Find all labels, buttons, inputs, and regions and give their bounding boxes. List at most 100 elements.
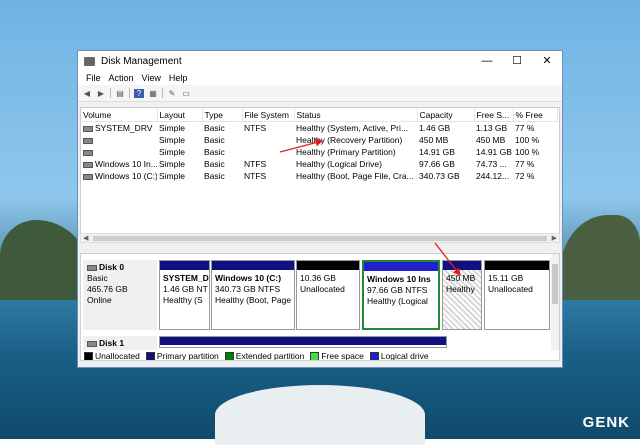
scroll-right-icon[interactable]: ▶ [552, 234, 557, 243]
partition-recovery[interactable]: 450 MB Healthy [442, 260, 482, 330]
volume-icon [83, 161, 93, 168]
partition-status: Healthy (S [163, 295, 203, 305]
cell-type: Basic [204, 147, 225, 157]
legend-primary: Primary partition [145, 351, 219, 360]
cell-capacity: 14.91 GB [419, 147, 455, 157]
window-title: Disk Management [101, 55, 182, 67]
disk-management-icon [84, 56, 95, 66]
volume-row[interactable]: Windows 10 (C:) Simple Basic NTFS Healthy (B… [81, 170, 557, 182]
legend-logical: Logical drive [369, 351, 429, 360]
cell-status: Healthy (Logical Drive) [296, 159, 382, 169]
partition-status: Unallocated [300, 284, 345, 294]
cell-type: Basic [204, 171, 225, 181]
partition-title: Windows 10 Ins [367, 274, 431, 284]
cell-type: Basic [204, 123, 225, 133]
col-file-system[interactable]: File System [242, 108, 295, 122]
cell-file-system [242, 146, 294, 158]
cell-capacity: 97.66 GB [419, 159, 455, 169]
list-icon[interactable]: ▤ [115, 89, 125, 98]
cell-file-system [242, 134, 294, 146]
scroll-thumb[interactable] [93, 236, 547, 241]
disk0-info[interactable]: Disk 0 Basic 465.76 GB Online [83, 260, 157, 330]
disk0-type: Basic [87, 273, 108, 283]
cell-layout: Simple [159, 135, 185, 145]
scroll-thumb[interactable] [552, 264, 558, 304]
legend-swatch [224, 351, 234, 360]
col-layout[interactable]: Layout [157, 108, 203, 122]
disk-management-window: Disk Management — ☐ ✕ File Action View H… [77, 50, 563, 368]
cell-volume: SYSTEM_DRV [81, 122, 157, 135]
cell-free-space: 244.12... [476, 171, 510, 181]
menu-action[interactable]: Action [105, 71, 138, 85]
title-bar: Disk Management — ☐ ✕ [78, 51, 562, 71]
menu-help[interactable]: Help [165, 71, 192, 85]
partition-unallocated-2[interactable]: 15.11 GB Unallocated [484, 260, 550, 330]
partition-unallocated-1[interactable]: 10.36 GB Unallocated [296, 260, 360, 330]
disk-icon [87, 340, 97, 347]
cell-volume [81, 134, 157, 146]
horizontal-scrollbar[interactable]: ◀ ▶ [80, 233, 560, 243]
cell-volume [81, 146, 157, 158]
disk1-info[interactable]: Disk 1 [83, 336, 157, 350]
partition-bar [160, 261, 209, 270]
volume-row[interactable]: Simple Basic Healthy (Primary Partition) 14… [81, 146, 557, 158]
forward-icon[interactable]: ▶ [96, 89, 106, 98]
legend-free: Free space [310, 351, 364, 360]
toolbar-separator [110, 88, 111, 98]
cell-percent-free: 100 % [515, 147, 540, 157]
partition-size: 10.36 GB [300, 273, 336, 283]
volume-row[interactable]: Simple Basic Healthy (Recovery Partition) 4… [81, 134, 557, 146]
cell-capacity: 1.46 GB [419, 123, 451, 133]
refresh-icon[interactable]: ✎ [167, 89, 177, 98]
partition-bar [212, 261, 294, 270]
legend-swatch [145, 351, 155, 360]
partition-size: 340.73 GB NTFS [215, 284, 281, 294]
legend-extended: Extended partition [224, 351, 304, 360]
cell-capacity: 340.73 GB [419, 171, 460, 181]
cell-type: Basic [204, 135, 225, 145]
cell-type: Basic [204, 159, 225, 169]
legend-swatch [369, 351, 379, 360]
cell-layout: Simple [159, 147, 185, 157]
col-capacity[interactable]: Capacity [417, 108, 475, 122]
view-icon[interactable]: ▭ [181, 89, 191, 98]
cell-status: Healthy (System, Active, Pri... [296, 123, 408, 133]
cell-layout: Simple [159, 159, 185, 169]
toolbar-separator [129, 88, 130, 98]
maximize-button[interactable]: ☐ [502, 51, 532, 71]
legend-swatch [84, 351, 93, 360]
partition-size: 97.66 GB NTFS [367, 285, 428, 295]
partition-system-drv[interactable]: SYSTEM_D 1.46 GB NT Healthy (S [159, 260, 210, 330]
disk1-partition[interactable] [159, 336, 447, 348]
col-type[interactable]: Type [202, 108, 243, 122]
minimize-button[interactable]: — [472, 51, 502, 71]
volume-row[interactable]: SYSTEM_DRV Simple Basic NTFS Healthy (System… [81, 122, 557, 135]
menu-file[interactable]: File [82, 71, 105, 85]
partition-windows-10-install[interactable]: Windows 10 Ins 97.66 GB NTFS Healthy (Logi… [362, 260, 440, 330]
vertical-scrollbar[interactable] [551, 254, 559, 350]
column-headers: Volume Layout Type File System Status Ca… [81, 108, 558, 122]
help-icon[interactable]: ? [134, 88, 144, 98]
scroll-left-icon[interactable]: ◀ [83, 234, 88, 243]
properties-icon[interactable]: ▦ [148, 89, 158, 98]
disk0-size: 465.76 GB [87, 284, 128, 294]
partition-windows-c[interactable]: Windows 10 (C:) 340.73 GB NTFS Healthy (Bo… [211, 260, 295, 330]
col-volume[interactable]: Volume [81, 108, 158, 122]
cell-file-system: NTFS [244, 159, 267, 169]
col-free-space[interactable]: Free S... [474, 108, 514, 122]
cell-percent-free: 100 % [515, 135, 540, 145]
partition-status: Healthy (Boot, Page [215, 295, 292, 305]
close-button[interactable]: ✕ [532, 51, 562, 71]
volume-icon [83, 173, 93, 180]
cell-status: Healthy (Primary Partition) [296, 147, 396, 157]
back-icon[interactable]: ◀ [82, 89, 92, 98]
volume-row[interactable]: Windows 10 In... Simple Basic NTFS Healthy (… [81, 158, 557, 170]
col-percent-free[interactable]: % Free [513, 108, 558, 122]
legend-unallocated: Unallocated [84, 351, 140, 360]
legend: Unallocated Primary partition Extended p… [81, 350, 559, 360]
toolbar-separator [162, 88, 163, 98]
menu-view[interactable]: View [138, 71, 165, 85]
partition-status: Unallocated [488, 284, 533, 294]
disk1-name: Disk 1 [99, 338, 125, 348]
col-status[interactable]: Status [294, 108, 418, 122]
